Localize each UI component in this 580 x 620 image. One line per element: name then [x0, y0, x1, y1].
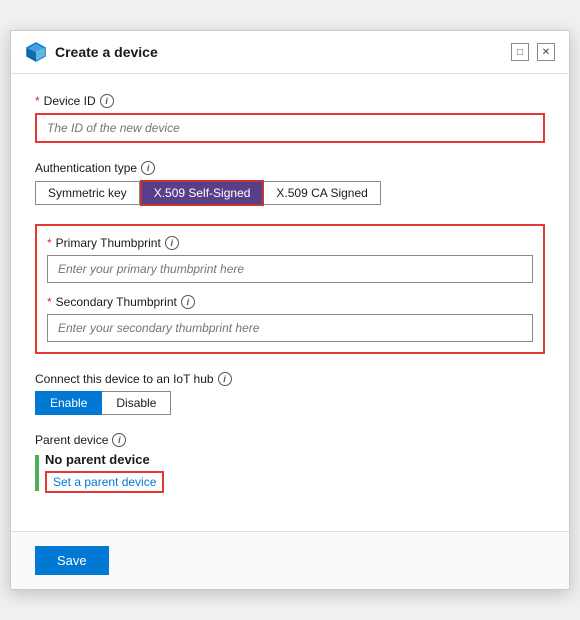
device-id-info-icon[interactable]: i [100, 94, 114, 108]
parent-device-value: No parent device [45, 452, 164, 467]
create-device-dialog: Create a device □ ✕ * Device ID i Authen… [10, 30, 570, 590]
primary-thumbprint-input[interactable] [47, 255, 533, 283]
connect-label-text: Connect this device to an IoT hub [35, 372, 214, 386]
device-id-input[interactable] [37, 115, 543, 141]
title-bar-right: □ ✕ [511, 43, 555, 61]
secondary-thumbprint-required-star: * [47, 295, 52, 309]
close-button[interactable]: ✕ [537, 43, 555, 61]
title-bar: Create a device □ ✕ [11, 31, 569, 74]
primary-thumbprint-label-text: Primary Thumbprint [56, 236, 161, 250]
device-id-label-text: Device ID [44, 94, 96, 108]
green-bar-indicator [35, 455, 39, 491]
connect-options: Enable Disable [35, 391, 545, 415]
connect-disable-button[interactable]: Disable [102, 391, 171, 415]
restore-button[interactable]: □ [511, 43, 529, 61]
connect-label: Connect this device to an IoT hub i [35, 372, 545, 386]
save-button[interactable]: Save [35, 546, 109, 575]
connect-group: Connect this device to an IoT hub i Enab… [35, 372, 545, 415]
dialog-body: * Device ID i Authentication type i Symm… [11, 74, 569, 531]
primary-thumbprint-group: * Primary Thumbprint i [47, 236, 533, 283]
auth-symmetric-key-button[interactable]: Symmetric key [35, 181, 140, 205]
primary-thumbprint-required-star: * [47, 236, 52, 250]
secondary-thumbprint-label-text: Secondary Thumbprint [56, 295, 177, 309]
device-id-input-wrap [35, 113, 545, 143]
auth-type-info-icon[interactable]: i [141, 161, 155, 175]
auth-type-group: Authentication type i Symmetric key X.50… [35, 161, 545, 206]
secondary-thumbprint-label: * Secondary Thumbprint i [47, 295, 533, 309]
set-parent-device-link[interactable]: Set a parent device [45, 471, 164, 493]
secondary-thumbprint-info-icon[interactable]: i [181, 295, 195, 309]
connect-enable-button[interactable]: Enable [35, 391, 102, 415]
auth-type-label: Authentication type i [35, 161, 545, 175]
parent-device-group: Parent device i No parent device Set a p… [35, 433, 545, 493]
device-id-group: * Device ID i [35, 94, 545, 143]
auth-x509-ca-signed-button[interactable]: X.509 CA Signed [264, 181, 380, 205]
parent-device-info-icon[interactable]: i [112, 433, 126, 447]
parent-device-value-block: No parent device Set a parent device [45, 452, 164, 493]
primary-thumbprint-label: * Primary Thumbprint i [47, 236, 533, 250]
auth-type-label-text: Authentication type [35, 161, 137, 175]
primary-thumbprint-info-icon[interactable]: i [165, 236, 179, 250]
dialog-footer: Save [11, 531, 569, 589]
title-bar-left: Create a device [25, 41, 158, 63]
secondary-thumbprint-input[interactable] [47, 314, 533, 342]
azure-iot-icon [25, 41, 47, 63]
parent-device-content: No parent device Set a parent device [35, 452, 545, 493]
parent-device-label-text: Parent device [35, 433, 108, 447]
auth-x509-self-signed-button[interactable]: X.509 Self-Signed [140, 180, 265, 206]
secondary-thumbprint-group: * Secondary Thumbprint i [47, 295, 533, 342]
parent-device-label: Parent device i [35, 433, 545, 447]
thumbprint-group: * Primary Thumbprint i * Secondary Thumb… [35, 224, 545, 354]
dialog-title: Create a device [55, 44, 158, 60]
device-id-required-star: * [35, 94, 40, 108]
auth-type-options: Symmetric key X.509 Self-Signed X.509 CA… [35, 180, 545, 206]
device-id-label: * Device ID i [35, 94, 545, 108]
connect-info-icon[interactable]: i [218, 372, 232, 386]
